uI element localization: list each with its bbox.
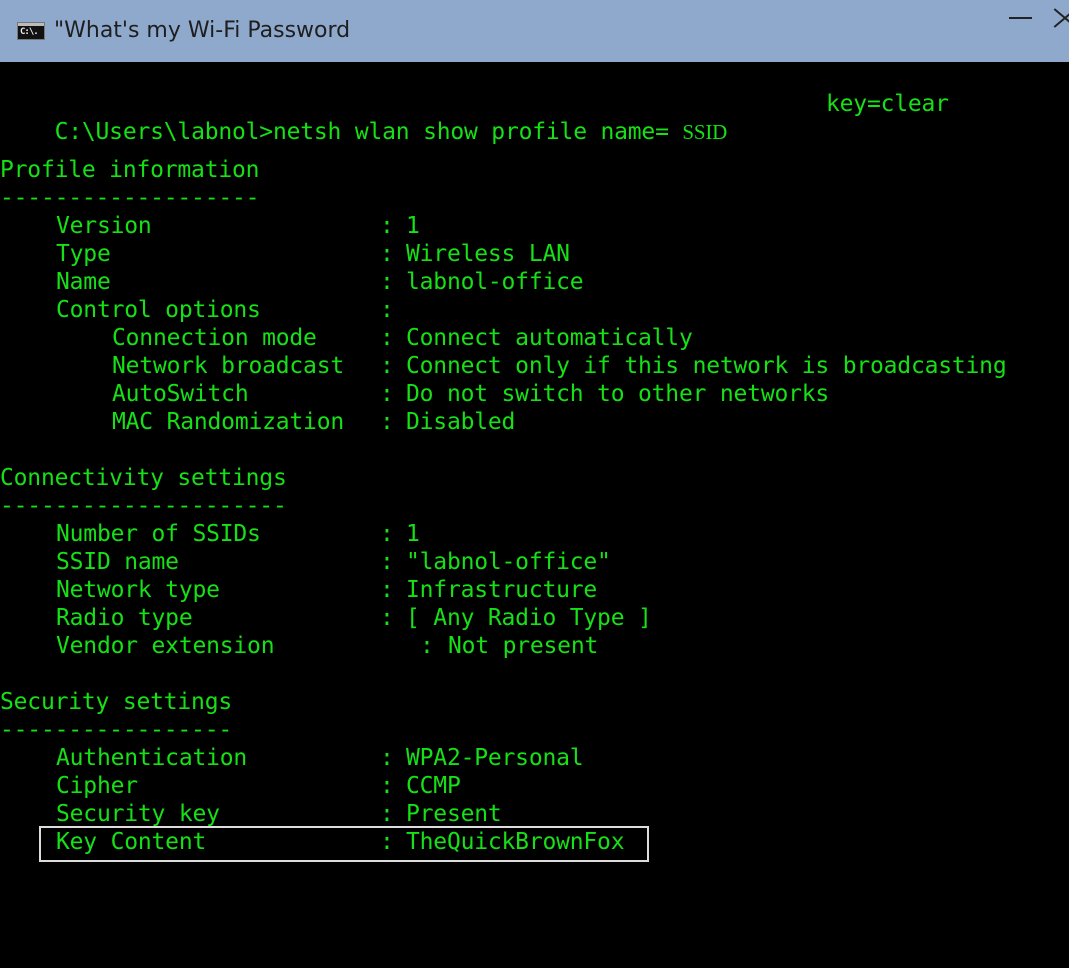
- ssid-placeholder: SSID: [682, 120, 728, 144]
- row-label: SSID name: [56, 549, 179, 575]
- command-line: C:\Users\labnol>netsh wlan show profile …: [0, 90, 949, 145]
- row-value: 1: [406, 213, 420, 239]
- row-value: Present: [406, 801, 502, 827]
- row-colon: :: [380, 269, 394, 295]
- key-content-highlight-box: [39, 826, 649, 862]
- row-value: Do not switch to other networks: [406, 381, 830, 407]
- row-colon: :: [380, 381, 394, 407]
- row-colon: :: [380, 605, 394, 631]
- icon-text: C:\.: [20, 27, 39, 37]
- row-mac-randomization: MAC Randomization : Disabled: [0, 408, 515, 436]
- row-cipher: Cipher : CCMP: [0, 772, 461, 800]
- row-radio-type: Radio type : [ Any Radio Type ]: [0, 604, 652, 632]
- row-label: AutoSwitch: [112, 381, 249, 407]
- row-vendor-extension: Vendor extension : Not present: [0, 632, 598, 660]
- row-label: Authentication: [56, 745, 248, 771]
- title-bar[interactable]: C:\. "What's my Wi-Fi Password: [0, 0, 1069, 62]
- command-prompt-icon: C:\.: [17, 22, 45, 40]
- row-ssid-name: SSID name : "labnol-office": [0, 548, 611, 576]
- row-colon: :: [380, 577, 394, 603]
- command-text: netsh wlan show profile name=: [272, 119, 683, 145]
- row-label: Name: [56, 269, 111, 295]
- row-value: labnol-office: [406, 269, 584, 295]
- section-underline: -------------------: [0, 185, 260, 211]
- row-colon: :: [380, 353, 394, 379]
- row-colon: :: [380, 297, 394, 323]
- row-network-type: Network type : Infrastructure: [0, 576, 597, 604]
- row-version: Version : 1: [0, 212, 420, 240]
- row-connection-mode: Connection mode : Connect automatically: [0, 324, 693, 352]
- row-colon: :: [380, 801, 394, 827]
- row-label: Radio type: [56, 605, 193, 631]
- row-autoswitch: AutoSwitch : Do not switch to other netw…: [0, 380, 829, 408]
- row-label: Control options: [56, 297, 261, 323]
- row-label: Vendor extension: [56, 633, 275, 659]
- row-label: Network broadcast: [112, 353, 345, 379]
- section-underline: -----------------: [0, 717, 233, 743]
- row-control-options: Control options :: [0, 296, 394, 324]
- row-label: MAC Randomization: [112, 409, 345, 435]
- row-value: Not present: [448, 633, 599, 659]
- key-clear-arg: key=clear: [826, 91, 949, 117]
- row-value: Infrastructure: [406, 577, 598, 603]
- row-value: Connect only if this network is broadcas…: [406, 353, 1007, 379]
- row-value: [ Any Radio Type ]: [406, 605, 652, 631]
- row-network-broadcast: Network broadcast : Connect only if this…: [0, 352, 1007, 380]
- row-colon: :: [380, 213, 394, 239]
- minimize-icon[interactable]: [1009, 17, 1032, 19]
- section-heading-security: Security settings: [0, 689, 233, 715]
- row-colon: :: [380, 521, 394, 547]
- row-type: Type : Wireless LAN: [0, 240, 570, 268]
- row-colon: :: [380, 549, 394, 575]
- row-value: WPA2-Personal: [406, 745, 584, 771]
- row-value: CCMP: [406, 773, 461, 799]
- row-value: Connect automatically: [406, 325, 693, 351]
- row-colon: :: [380, 409, 394, 435]
- prompt: C:\Users\labnol>: [54, 119, 274, 145]
- row-colon: :: [380, 773, 394, 799]
- row-label: Security key: [56, 801, 220, 827]
- row-label: Type: [56, 241, 111, 267]
- row-colon: :: [380, 241, 394, 267]
- row-colon: :: [380, 325, 394, 351]
- row-label: Version: [56, 213, 152, 239]
- row-number-of-ssids: Number of SSIDs : 1: [0, 520, 420, 548]
- row-label: Cipher: [56, 773, 138, 799]
- row-colon: :: [420, 633, 434, 659]
- window-title: "What's my Wi-Fi Password: [54, 18, 351, 43]
- row-authentication: Authentication : WPA2-Personal: [0, 744, 584, 772]
- row-name: Name : labnol-office: [0, 268, 584, 296]
- row-value: Wireless LAN: [406, 241, 570, 267]
- section-underline: ---------------------: [0, 493, 287, 519]
- row-label: Network type: [56, 577, 220, 603]
- row-label: Connection mode: [112, 325, 317, 351]
- row-colon: :: [380, 745, 394, 771]
- row-value: Disabled: [406, 409, 516, 435]
- section-heading-profile: Profile information: [0, 157, 260, 183]
- row-label: Number of SSIDs: [56, 521, 261, 547]
- row-value: "labnol-office": [406, 549, 611, 575]
- section-heading-connectivity: Connectivity settings: [0, 465, 287, 491]
- close-icon[interactable]: [1049, 6, 1069, 30]
- row-value: 1: [406, 521, 420, 547]
- row-security-key: Security key : Present: [0, 800, 502, 828]
- console-output[interactable]: C:\Users\labnol>netsh wlan show profile …: [0, 62, 1069, 876]
